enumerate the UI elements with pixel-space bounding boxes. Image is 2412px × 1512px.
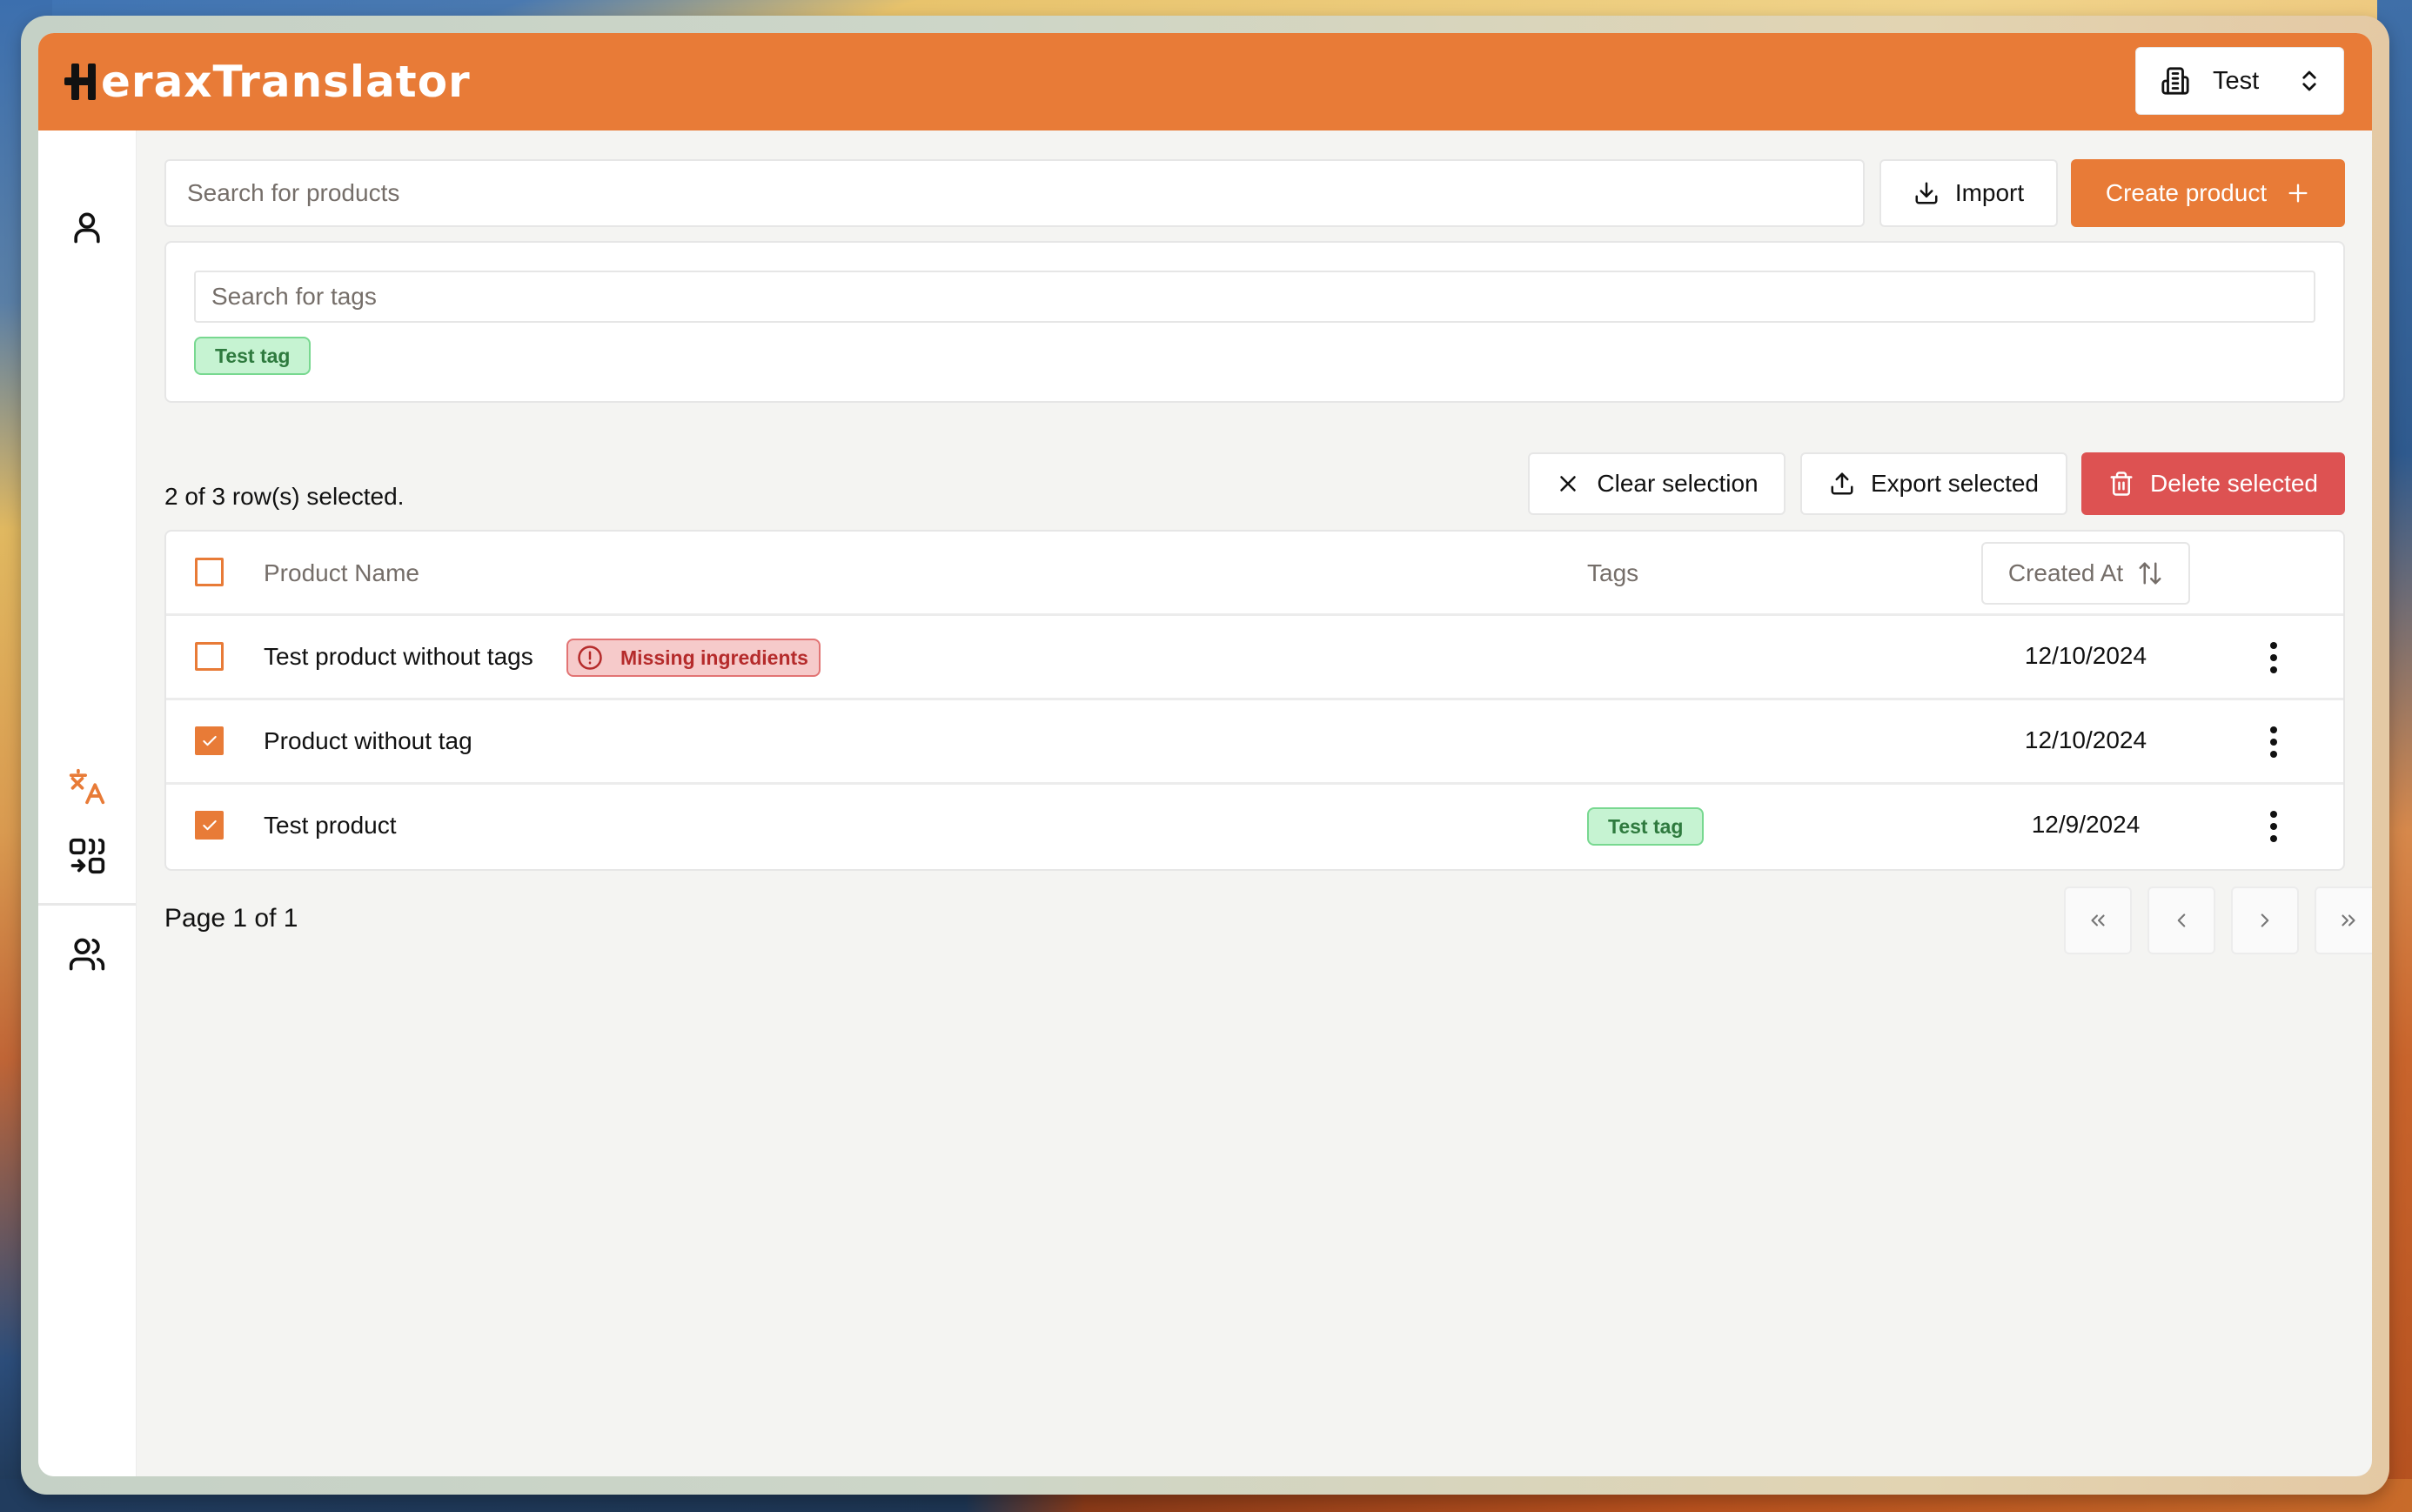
product-search-input[interactable]	[164, 159, 1865, 227]
create-product-label: Create product	[2105, 179, 2268, 206]
replace-icon	[69, 838, 105, 874]
building-icon	[2161, 67, 2189, 95]
select-all-checkbox[interactable]	[195, 558, 224, 586]
created-at: 12/9/2024	[2031, 811, 2141, 838]
product-tag: Test tag	[1587, 807, 1705, 846]
chevrons-right-icon	[2342, 914, 2355, 927]
table-header-row: Product Name Tags Created At	[166, 532, 2343, 616]
tag-search-input[interactable]	[194, 271, 2315, 323]
selection-summary: 2 of 3 row(s) selected.	[164, 483, 405, 510]
product-name[interactable]: Test product	[264, 812, 397, 840]
sidebar-item-products[interactable]	[68, 837, 106, 875]
clear-selection-button[interactable]: Clear selection	[1528, 452, 1786, 515]
check-icon	[203, 820, 217, 831]
pagination-label: Page 1 of 1	[164, 904, 298, 933]
logo-h-mark: H	[64, 62, 99, 102]
app-window: H eraxTranslator Test	[38, 33, 2372, 1476]
more-vertical-icon[interactable]	[2265, 640, 2282, 675]
create-product-button[interactable]: Create product	[2071, 159, 2345, 227]
import-button[interactable]: Import	[1879, 159, 2058, 227]
table-row[interactable]: Test product Test tag 12/9/2024	[166, 785, 2343, 869]
close-icon	[1560, 476, 1577, 492]
sidebar-divider	[38, 903, 136, 906]
created-at: 12/10/2024	[2024, 726, 2147, 753]
clear-selection-label: Clear selection	[1597, 470, 1759, 497]
import-label: Import	[1954, 179, 2025, 206]
tag-filter-card: Test tag	[164, 241, 2345, 403]
upload-icon	[1831, 472, 1853, 495]
export-selected-label: Export selected	[1871, 470, 2039, 497]
last-page-button[interactable]	[2315, 886, 2372, 954]
products-table: Product Name Tags Created At Test produc…	[164, 530, 2345, 871]
sidebar	[38, 130, 137, 1476]
export-selected-button[interactable]: Export selected	[1800, 452, 2067, 515]
row-checkbox[interactable]	[195, 642, 224, 671]
chevron-right-icon	[2261, 913, 2269, 927]
chevrons-left-icon	[2091, 914, 2105, 927]
sidebar-item-translations[interactable]	[68, 767, 106, 806]
tag-filter-chip[interactable]: Test tag	[194, 337, 312, 375]
sidebar-item-profile[interactable]	[68, 208, 106, 246]
more-vertical-icon[interactable]	[2265, 725, 2282, 759]
languages-icon	[69, 768, 105, 805]
alert-circle-icon	[578, 646, 602, 670]
trash-icon	[2110, 472, 2133, 496]
app-logo[interactable]: H eraxTranslator	[64, 56, 471, 108]
users-icon	[69, 938, 105, 971]
sidebar-item-users[interactable]	[68, 935, 106, 973]
warning-label: Missing ingredients	[620, 646, 808, 669]
top-header: H eraxTranslator Test	[38, 33, 2372, 130]
missing-ingredients-badge: Missing ingredients	[566, 639, 821, 677]
row-checkbox[interactable]	[195, 726, 224, 755]
table-row[interactable]: Product without tag 12/10/2024	[166, 700, 2343, 785]
sort-created-at-button[interactable]: Created At	[1981, 542, 2190, 605]
created-at: 12/10/2024	[2024, 642, 2147, 669]
arrow-up-down-icon	[2139, 562, 2161, 585]
product-name[interactable]: Test product without tags	[264, 643, 533, 671]
table-row[interactable]: Test product without tags Missing ingred…	[166, 616, 2343, 700]
column-header-tags: Tags	[1587, 559, 1639, 586]
organization-name: Test	[2213, 66, 2260, 95]
next-page-button[interactable]	[2231, 886, 2299, 954]
column-header-product-name[interactable]: Product Name	[264, 559, 419, 587]
chevron-left-icon	[2177, 913, 2186, 927]
plus-icon	[2288, 184, 2308, 203]
delete-selected-button[interactable]: Delete selected	[2081, 452, 2345, 515]
check-icon	[203, 735, 217, 746]
product-name[interactable]: Product without tag	[264, 727, 472, 755]
row-checkbox[interactable]	[195, 811, 224, 840]
app-title: eraxTranslator	[101, 57, 471, 107]
chevrons-up-down-icon	[2302, 70, 2316, 91]
first-page-button[interactable]	[2064, 886, 2132, 954]
organization-switcher[interactable]: Test	[2135, 47, 2344, 115]
delete-selected-label: Delete selected	[2149, 470, 2318, 497]
user-icon	[74, 212, 100, 244]
previous-page-button[interactable]	[2147, 886, 2215, 954]
download-icon	[1915, 182, 1938, 204]
column-header-created-at: Created At	[2007, 559, 2124, 586]
more-vertical-icon[interactable]	[2265, 809, 2282, 844]
